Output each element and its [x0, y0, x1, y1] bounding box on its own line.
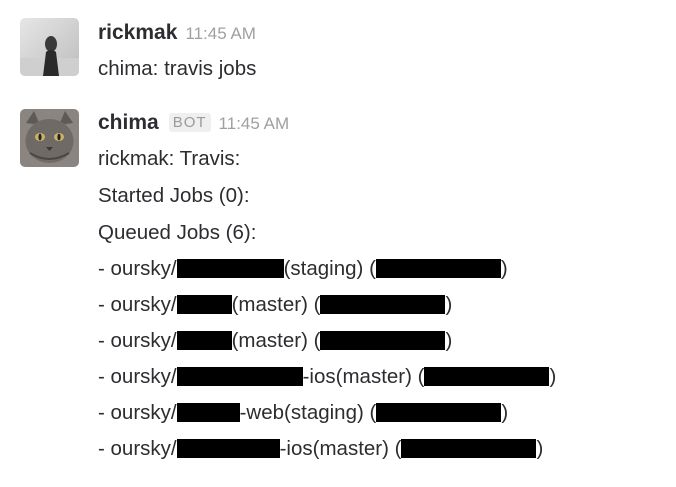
job-line: - oursky/ -ios(master) () — [98, 437, 543, 461]
message-text: chima: travis jobs — [98, 57, 257, 80]
author-chima[interactable]: chima BOT 11:45 AM — [98, 111, 289, 135]
message-line-queued: Queued Jobs (6): — [98, 221, 257, 244]
message-timestamp[interactable]: 11:45 AM — [185, 24, 256, 43]
avatar-rickmak-image — [20, 18, 79, 76]
redacted-repo — [176, 259, 284, 278]
redacted-repo — [176, 403, 240, 422]
redacted-repo — [176, 439, 280, 458]
job-end: ) — [445, 329, 453, 352]
job-line: - oursky/ -ios(master) () — [98, 365, 556, 389]
job-end: ) — [501, 401, 509, 424]
redacted-author — [375, 259, 501, 278]
job-line: - oursky/ (master) () — [98, 293, 452, 317]
author-rickmak[interactable]: rickmak 11:45 AM — [98, 21, 256, 45]
avatar-rickmak[interactable] — [20, 18, 79, 76]
author-name[interactable]: rickmak — [98, 21, 177, 44]
job-suffix: -web(staging) ( — [239, 401, 377, 424]
bot-badge: BOT — [168, 113, 211, 132]
job-prefix: - oursky/ — [98, 437, 177, 460]
job-prefix: - oursky/ — [98, 365, 177, 388]
redacted-repo — [176, 295, 232, 314]
job-end: ) — [549, 365, 557, 388]
redacted-author — [401, 439, 537, 458]
author-name[interactable]: chima — [98, 111, 159, 134]
message-timestamp[interactable]: 11:45 AM — [219, 114, 290, 133]
job-prefix: - oursky/ — [98, 401, 177, 424]
job-line: - oursky/ -web(staging) () — [98, 401, 508, 425]
job-end: ) — [536, 437, 544, 460]
message-line-started: Started Jobs (0): — [98, 184, 250, 207]
job-prefix: - oursky/ — [98, 257, 177, 280]
job-suffix: (master) ( — [231, 329, 321, 352]
job-prefix: - oursky/ — [98, 293, 177, 316]
avatar-chima[interactable] — [20, 109, 79, 167]
job-end: ) — [500, 257, 508, 280]
job-line: - oursky/ (master) () — [98, 329, 452, 353]
cat-avatar-image — [20, 109, 79, 167]
redacted-author — [320, 331, 446, 350]
job-prefix: - oursky/ — [98, 329, 177, 352]
job-suffix: (master) ( — [231, 293, 321, 316]
job-suffix: -ios(master) ( — [279, 437, 402, 460]
message-line-header: rickmak: Travis: — [98, 147, 241, 170]
redacted-repo — [176, 367, 303, 386]
redacted-author — [376, 403, 502, 422]
redacted-author — [320, 295, 446, 314]
job-end: ) — [445, 293, 453, 316]
job-suffix: -ios(master) ( — [302, 365, 425, 388]
job-suffix: (staging) ( — [283, 257, 376, 280]
redacted-author — [424, 367, 550, 386]
job-line: - oursky/ (staging) () — [98, 257, 508, 281]
redacted-repo — [176, 331, 232, 350]
